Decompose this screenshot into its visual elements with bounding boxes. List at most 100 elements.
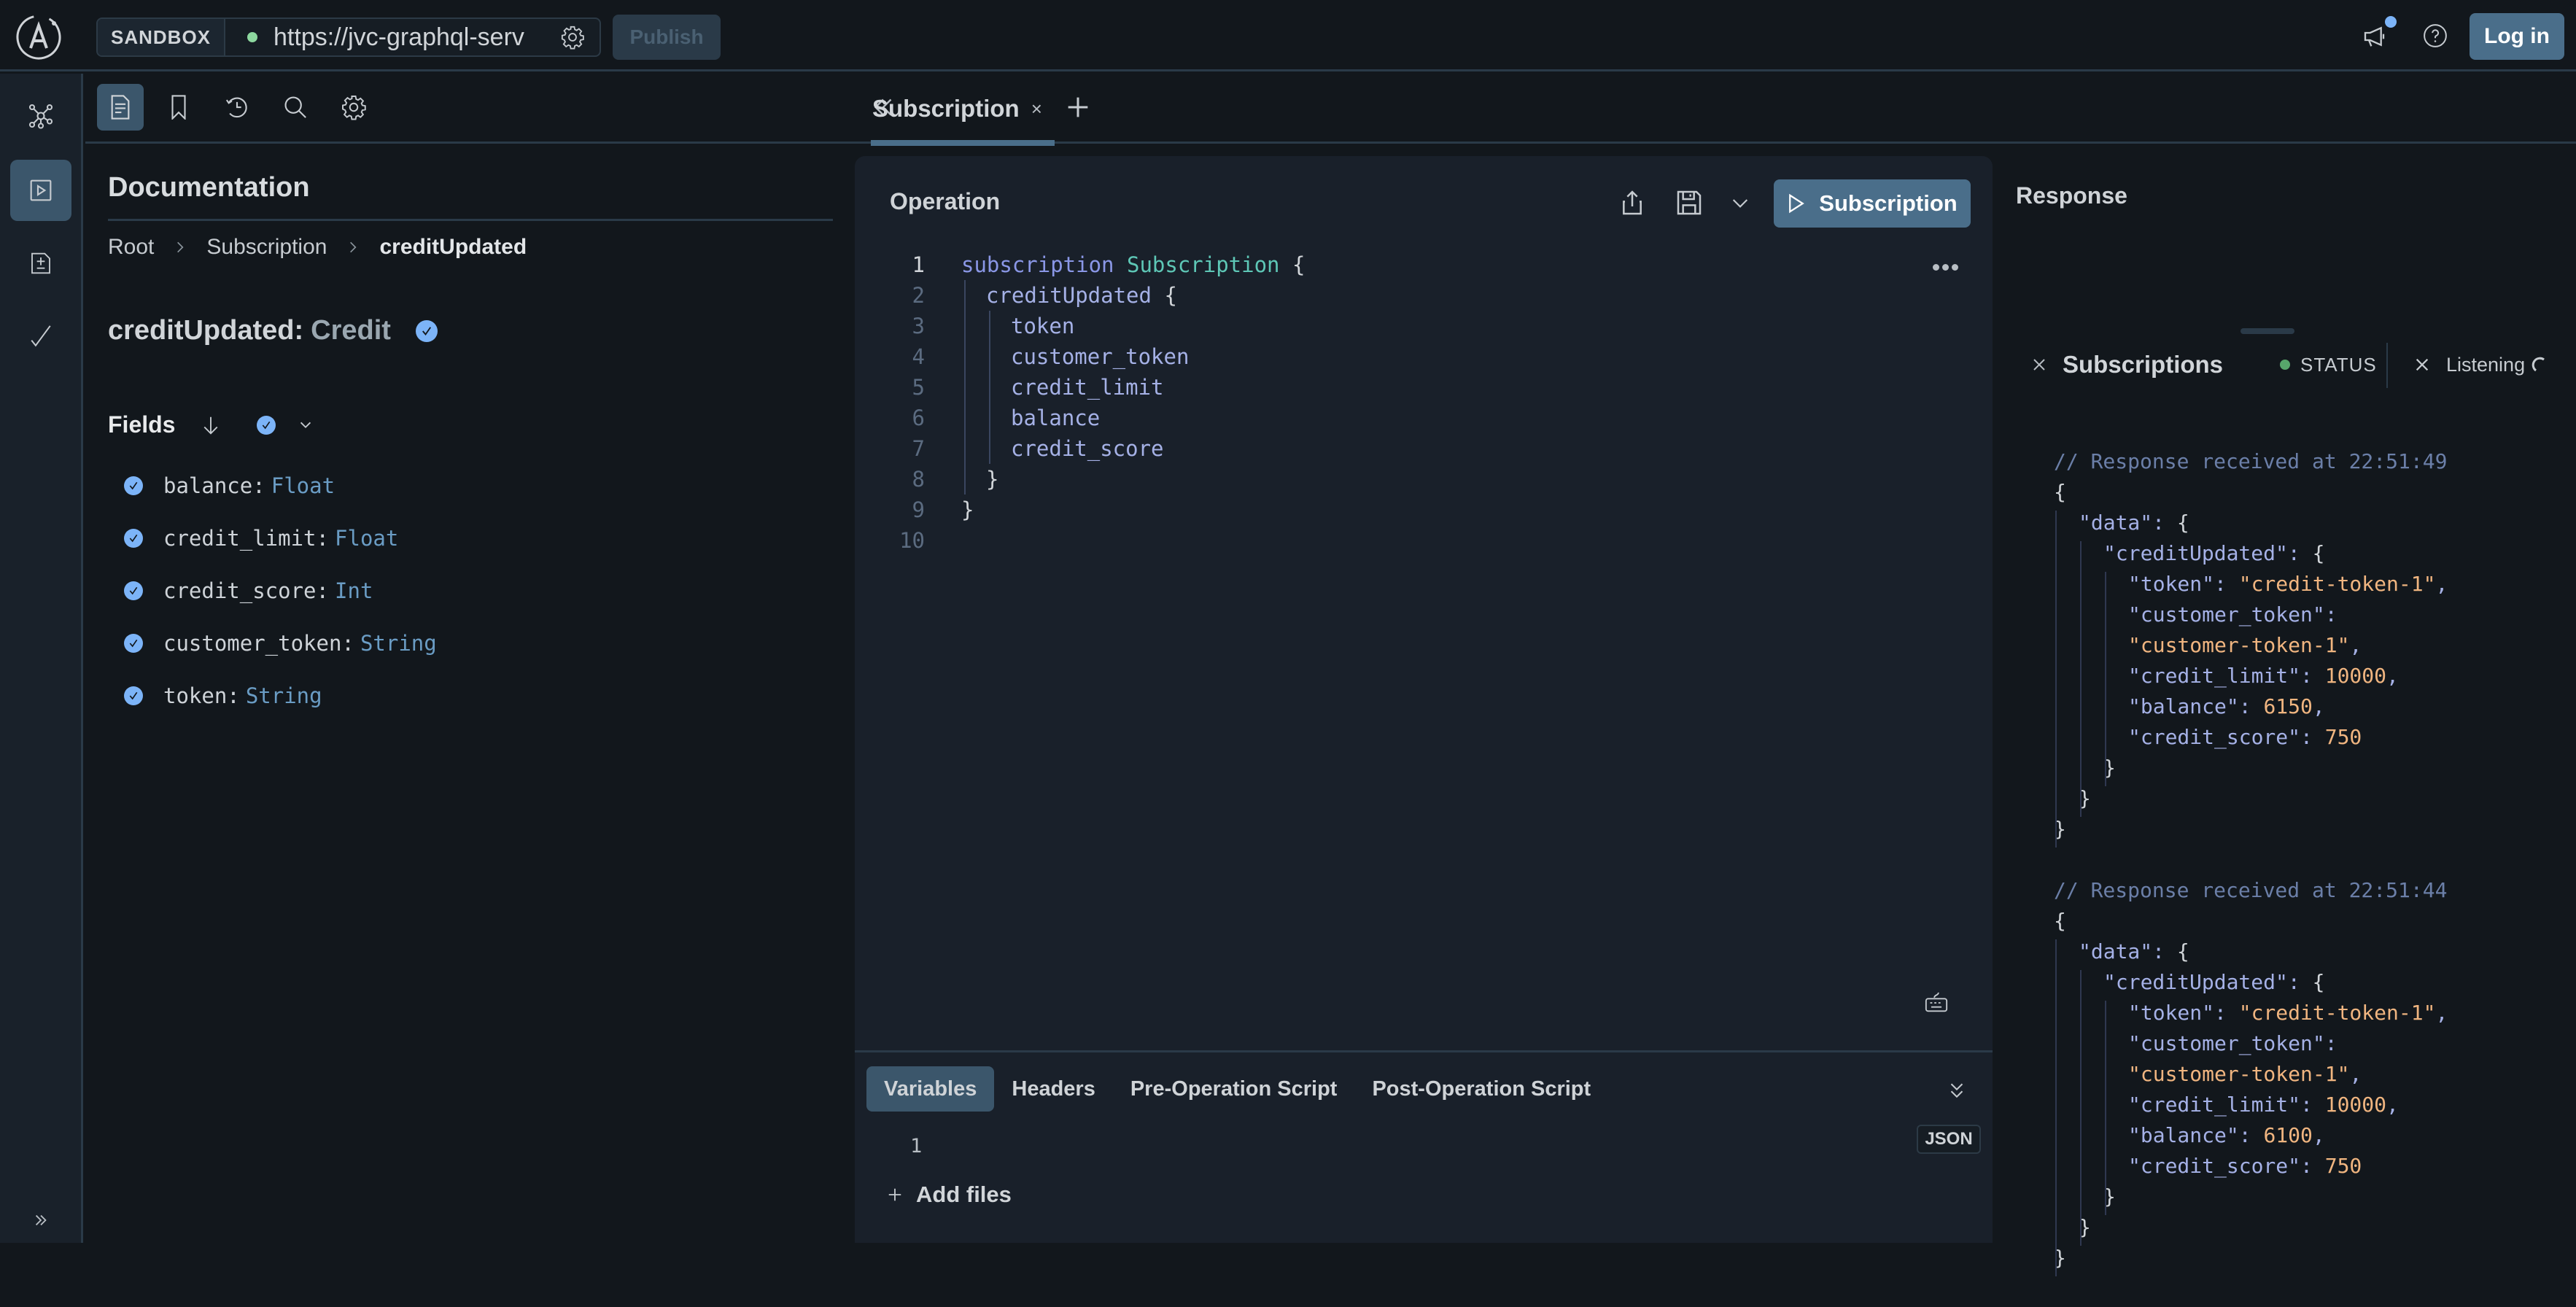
toolbar-documentation-button[interactable] — [97, 84, 144, 131]
active-tab-indicator — [871, 140, 1055, 146]
json-mode-badge[interactable]: JSON — [1917, 1125, 1981, 1154]
save-icon[interactable] — [1675, 188, 1704, 217]
field-selected-checkbox[interactable] — [415, 319, 438, 342]
editor-line[interactable]: 2 creditUpdated { — [855, 280, 1993, 311]
add-files-label: Add files — [916, 1182, 1012, 1207]
editor-line[interactable]: 7 credit_score — [855, 433, 1993, 464]
editor-line[interactable]: 1 subscription Subscription { — [855, 249, 1993, 280]
bookmark-icon — [171, 95, 186, 120]
field-row-token[interactable]: token: String — [124, 670, 437, 722]
close-subscriptions-icon[interactable] — [2030, 356, 2048, 373]
toolbar-bookmarks-button[interactable] — [155, 84, 202, 131]
run-subscription-button[interactable]: Subscription — [1774, 179, 1971, 228]
operation-editor[interactable]: 1 subscription Subscription {2 creditUpdat… — [855, 249, 1993, 556]
endpoint-url-input[interactable]: https://jvc-graphql-serv — [273, 23, 560, 52]
fields-header: Fields — [108, 411, 314, 438]
field-row-customer-token[interactable]: customer_token: String — [124, 617, 437, 670]
diff-file-icon — [31, 252, 50, 274]
loading-spinner-icon — [2532, 357, 2545, 372]
editor-line[interactable]: 8} — [855, 464, 1993, 495]
line-number: 1 — [912, 252, 925, 277]
play-icon — [1789, 193, 1805, 214]
field-row-balance[interactable]: balance: Float — [124, 459, 437, 512]
tab-pre-operation-script[interactable]: Pre-Operation Script — [1113, 1066, 1355, 1112]
field-type[interactable]: Float — [271, 473, 335, 498]
tab-subscription[interactable]: Subscription × — [862, 74, 1055, 146]
response-line: "data": { — [2079, 939, 2189, 963]
response-message: // Response received at 22:51:49 {"data":… — [2013, 449, 2576, 848]
field-checkbox[interactable] — [124, 686, 143, 705]
field-checkbox[interactable] — [124, 476, 143, 495]
breadcrumb-subscription[interactable]: Subscription — [206, 235, 327, 260]
top-bar: SANDBOX https://jvc-graphql-serv Publish… — [0, 0, 2576, 71]
select-all-fields-checkbox[interactable] — [257, 415, 276, 435]
sort-arrow-down-icon[interactable] — [200, 414, 222, 436]
field-type[interactable]: String — [360, 631, 437, 656]
field-type[interactable]: Float — [335, 526, 398, 551]
code-text: credit_score — [1011, 436, 1164, 461]
tab-post-operation-script[interactable]: Post-Operation Script — [1354, 1066, 1608, 1112]
response-message: // Response received at 22:51:44 {"data":… — [2013, 878, 2576, 1276]
rail-item-schema[interactable] — [10, 85, 71, 147]
tab-headers[interactable]: Headers — [994, 1066, 1112, 1112]
editor-line[interactable]: 3 token — [855, 311, 1993, 341]
sandbox-label: SANDBOX — [98, 19, 226, 55]
field-row-credit-score[interactable]: credit_score: Int — [124, 565, 437, 617]
publish-button[interactable]: Publish — [613, 15, 721, 60]
add-tab-icon[interactable] — [1063, 93, 1093, 122]
line-number: 9 — [912, 497, 925, 522]
editor-line[interactable]: 6 balance — [855, 403, 1993, 433]
toolbar-settings-button[interactable] — [330, 84, 377, 131]
add-files-button[interactable]: Add files — [887, 1182, 1012, 1208]
field-type[interactable]: Int — [335, 578, 373, 603]
response-line: } — [2103, 756, 2116, 780]
stop-listening-button[interactable]: Listening — [2414, 354, 2548, 376]
code-text: customer_token — [1011, 344, 1190, 369]
field-name: customer_token: — [163, 631, 354, 656]
field-heading-type[interactable]: Credit — [311, 315, 391, 346]
indent-guide — [2105, 572, 2106, 786]
keyboard-shortcuts-icon[interactable] — [1924, 990, 1949, 1015]
connection-status-dot — [247, 32, 258, 42]
rail-item-changes[interactable] — [10, 233, 71, 294]
apollo-logo-icon[interactable] — [15, 13, 63, 61]
chevron-down-icon[interactable] — [1729, 191, 1752, 214]
field-type[interactable]: String — [246, 683, 322, 708]
documentation-icon — [111, 95, 130, 120]
editor-line[interactable]: 10 — [855, 525, 1993, 556]
login-button[interactable]: Log in — [2470, 13, 2564, 60]
field-checkbox[interactable] — [124, 581, 143, 600]
resize-handle[interactable] — [2241, 328, 2294, 334]
response-line: "credit_score": 750 — [2128, 1154, 2362, 1178]
field-checkbox[interactable] — [124, 634, 143, 653]
field-row-credit-limit[interactable]: credit_limit: Float — [124, 512, 437, 565]
rail-item-explorer[interactable] — [10, 160, 71, 221]
tab-variables[interactable]: Variables — [866, 1066, 995, 1112]
breadcrumb-root[interactable]: Root — [108, 235, 154, 260]
collapse-panel-icon[interactable] — [1946, 1079, 1968, 1101]
variables-line-number: 1 — [910, 1135, 923, 1157]
toolbar-history-button[interactable] — [214, 84, 260, 131]
expand-rail-button[interactable] — [10, 1190, 71, 1251]
connection-settings-icon[interactable] — [560, 25, 585, 50]
checkmark-icon — [129, 534, 138, 543]
response-line: "credit_limit": 10000, — [2128, 664, 2399, 688]
line-number: 7 — [912, 436, 925, 461]
editor-line[interactable]: 9} — [855, 495, 1993, 525]
endpoint-selector[interactable]: SANDBOX https://jvc-graphql-serv — [96, 18, 601, 57]
indent-guide — [2055, 511, 2057, 848]
editor-line[interactable]: 4 customer_token — [855, 341, 1993, 372]
help-icon[interactable] — [2423, 23, 2448, 48]
share-icon[interactable] — [1618, 188, 1647, 217]
divider — [2386, 343, 2388, 388]
indent-guide — [989, 311, 990, 464]
field-checkbox[interactable] — [124, 529, 143, 548]
editor-line[interactable]: 5 credit_limit — [855, 372, 1993, 403]
rail-item-checks[interactable] — [10, 306, 71, 367]
response-line: "creditUpdated": { — [2103, 970, 2325, 994]
line-number: 8 — [912, 467, 925, 492]
chevron-down-icon[interactable] — [298, 417, 314, 433]
close-tab-icon[interactable]: × — [1031, 98, 1042, 120]
toolbar-search-button[interactable] — [272, 84, 319, 131]
status-dot — [2280, 360, 2290, 370]
